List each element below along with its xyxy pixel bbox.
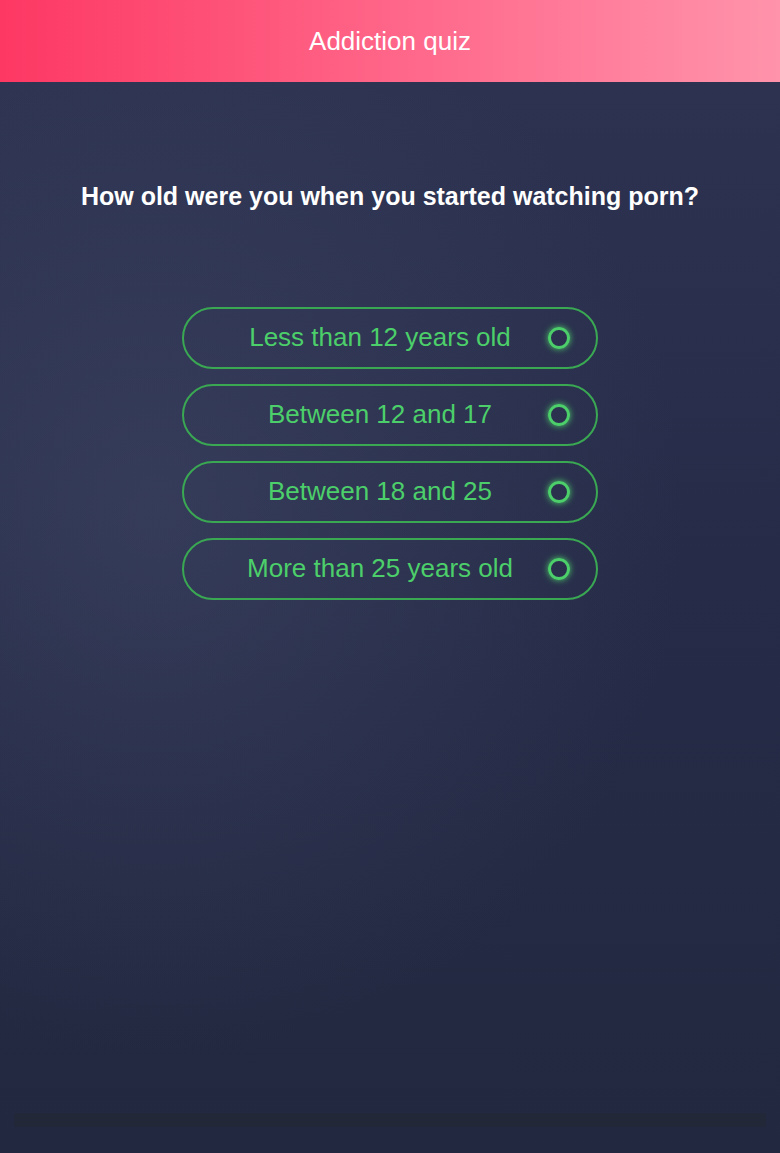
radio-icon [548, 327, 570, 349]
quiz-body: How old were you when you started watchi… [0, 82, 780, 1153]
answer-option[interactable]: Less than 12 years old [182, 307, 598, 369]
header-title: Addiction quiz [309, 26, 471, 57]
progress-bar [14, 1113, 766, 1127]
background-photo [0, 82, 780, 1153]
answer-list: Less than 12 years old Between 12 and 17… [182, 307, 598, 600]
radio-icon [548, 481, 570, 503]
answer-option[interactable]: Between 12 and 17 [182, 384, 598, 446]
answer-label: Less than 12 years old [224, 322, 536, 353]
answer-option[interactable]: Between 18 and 25 [182, 461, 598, 523]
answer-label: More than 25 years old [224, 553, 536, 584]
answer-label: Between 12 and 17 [224, 399, 536, 430]
answer-label: Between 18 and 25 [224, 476, 536, 507]
answer-option[interactable]: More than 25 years old [182, 538, 598, 600]
header-bar: Addiction quiz [0, 0, 780, 82]
question-text: How old were you when you started watchi… [81, 180, 699, 213]
quiz-screen: Addiction quiz How old were you when you… [0, 0, 780, 1153]
radio-icon [548, 404, 570, 426]
radio-icon [548, 558, 570, 580]
